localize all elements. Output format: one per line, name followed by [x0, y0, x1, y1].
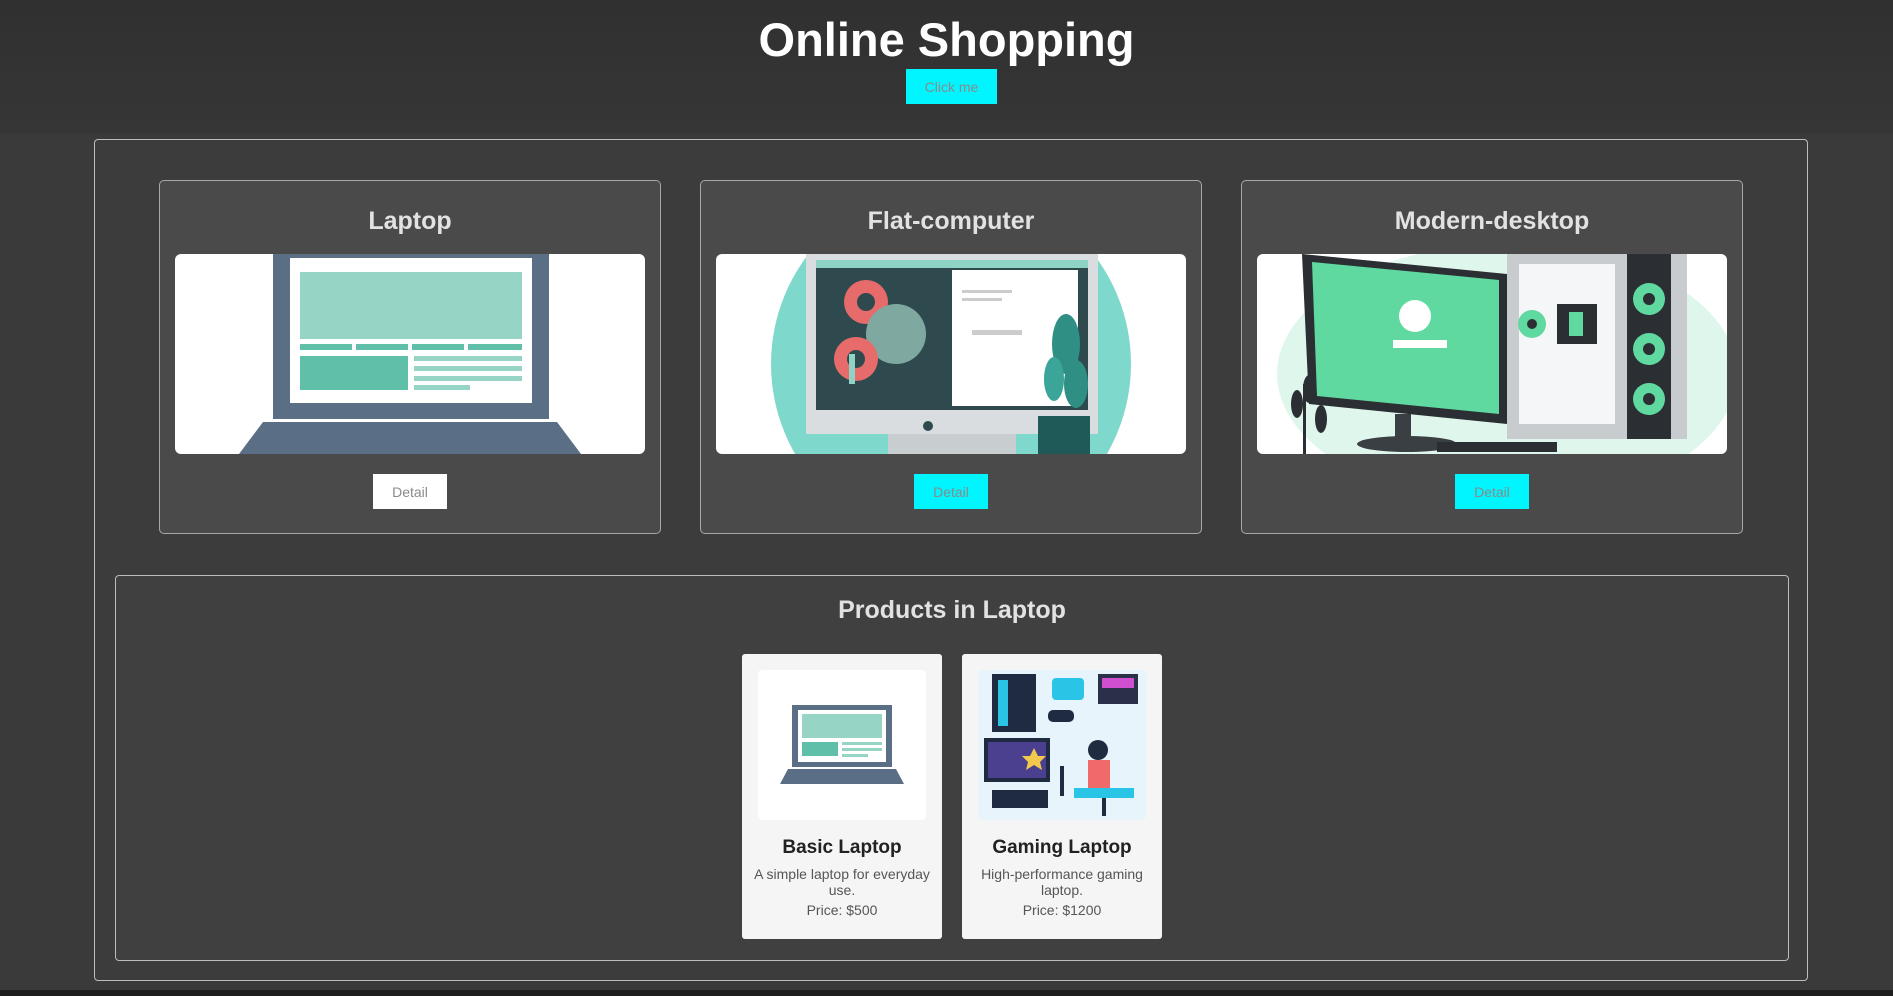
category-title: Flat-computer [867, 207, 1035, 235]
product-name: Gaming Laptop [992, 837, 1132, 858]
products-section: Products in Laptop Basic Laptop A simple… [115, 575, 1789, 961]
product-card-basic-laptop[interactable]: Basic Laptop A simple laptop for everyda… [742, 654, 942, 939]
category-card-modern-desktop[interactable]: Modern-desktop Detail [1241, 180, 1743, 534]
basic-laptop-illustration-icon [758, 670, 926, 820]
bottom-divider [0, 990, 1893, 996]
detail-button-modern-desktop[interactable]: Detail [1455, 474, 1529, 509]
laptop-illustration-icon [175, 254, 645, 454]
category-card-flat-computer[interactable]: Flat-computer Detail [700, 180, 1202, 534]
category-title: Modern-desktop [1394, 207, 1590, 235]
product-description: A simple laptop for everyday use. [754, 866, 930, 898]
detail-button-laptop[interactable]: Detail [373, 474, 447, 509]
page-title: Online Shopping [758, 13, 1135, 66]
product-description: High-performance gaming laptop. [981, 866, 1143, 898]
modern-desktop-illustration-icon [1257, 254, 1727, 454]
flat-computer-illustration-icon [716, 254, 1186, 454]
product-price: Price: $500 [806, 902, 878, 918]
product-card-gaming-laptop[interactable]: Gaming Laptop High-performance gaming la… [962, 654, 1162, 939]
gaming-setup-illustration-icon [978, 670, 1146, 820]
product-name: Basic Laptop [782, 837, 902, 858]
category-title: Laptop [368, 207, 452, 235]
detail-button-flat-computer[interactable]: Detail [914, 474, 988, 509]
product-price: Price: $1200 [1022, 902, 1102, 918]
products-section-title: Products in Laptop [838, 596, 1066, 624]
category-card-laptop[interactable]: Laptop Detail [159, 180, 661, 534]
click-me-button[interactable]: Click me [906, 69, 997, 104]
